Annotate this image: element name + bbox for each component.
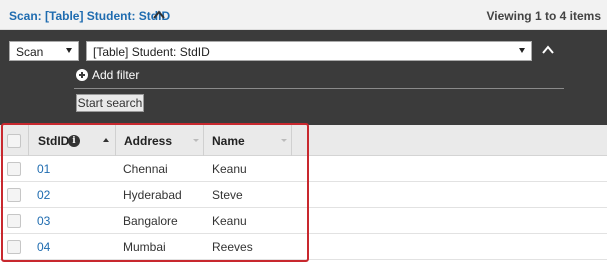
address-cell: Bangalore (123, 214, 178, 228)
name-cell: Reeves (212, 240, 253, 254)
divider (74, 88, 564, 89)
chevron-up-icon[interactable] (152, 8, 166, 22)
add-filter-label: Add filter (92, 68, 140, 82)
search-panel: Scan [Table] Student: StdID Add filter S… (0, 30, 607, 125)
scan-mode-value: Scan (16, 45, 44, 59)
sort-ascending-icon[interactable] (103, 138, 109, 142)
table-header-row: StdID i Address Name (0, 125, 607, 156)
table-row[interactable]: 02 Hyderabad Steve (0, 182, 607, 208)
stdid-link[interactable]: 04 (37, 240, 50, 254)
name-cell: Keanu (212, 162, 247, 176)
name-cell: Steve (212, 188, 243, 202)
results-table: StdID i Address Name 01 Chennai Keanu 02… (0, 125, 607, 270)
table-index-select[interactable]: [Table] Student: StdID (86, 41, 532, 61)
table-row[interactable]: 01 Chennai Keanu (0, 156, 607, 182)
row-checkbox[interactable] (7, 240, 21, 254)
address-cell: Hyderabad (123, 188, 182, 202)
info-icon[interactable]: i (68, 135, 80, 147)
row-checkbox[interactable] (7, 188, 21, 202)
name-cell: Keanu (212, 214, 247, 228)
dropdown-arrow-icon (66, 48, 72, 53)
chevron-up-icon[interactable] (541, 43, 555, 57)
viewing-count: Viewing 1 to 4 items (486, 9, 601, 23)
stdid-link[interactable]: 03 (37, 214, 50, 228)
column-header-address[interactable]: Address (124, 134, 172, 148)
scan-header: Scan: [Table] Student: StdID Viewing 1 t… (0, 0, 607, 30)
column-separator (28, 125, 29, 156)
row-checkbox[interactable] (7, 214, 21, 228)
scan-title: Scan: [Table] Student: StdID (9, 9, 171, 23)
plus-circle-icon (76, 69, 88, 81)
start-search-button[interactable]: Start search (76, 94, 144, 112)
stdid-link[interactable]: 02 (37, 188, 50, 202)
row-checkbox[interactable] (7, 162, 21, 176)
address-cell: Mumbai (123, 240, 166, 254)
column-separator (291, 125, 292, 156)
sort-icon[interactable] (193, 139, 199, 142)
select-all-checkbox[interactable] (7, 134, 21, 148)
sort-icon[interactable] (281, 139, 287, 142)
stdid-link[interactable]: 01 (37, 162, 50, 176)
address-cell: Chennai (123, 162, 168, 176)
column-header-name[interactable]: Name (212, 134, 245, 148)
scan-mode-select[interactable]: Scan (9, 41, 79, 61)
dropdown-arrow-icon (519, 48, 525, 53)
column-header-stdid[interactable]: StdID (38, 134, 69, 148)
column-separator (115, 125, 116, 156)
table-index-value: [Table] Student: StdID (93, 45, 210, 59)
table-row[interactable]: 04 Mumbai Reeves (0, 234, 607, 260)
table-row[interactable]: 03 Bangalore Keanu (0, 208, 607, 234)
column-separator (203, 125, 204, 156)
